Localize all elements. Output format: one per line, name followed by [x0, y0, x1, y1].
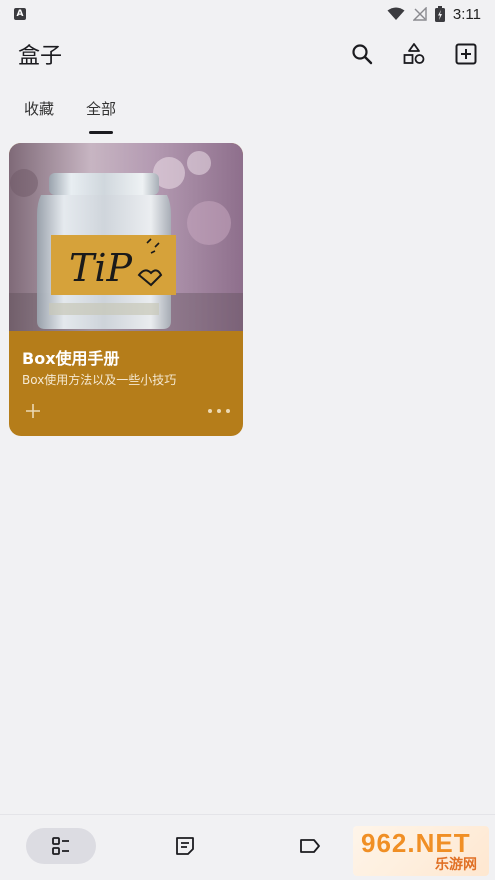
watermark-bottom-text: 乐游网 — [435, 857, 477, 873]
card-add-icon[interactable] — [23, 401, 43, 421]
add-box-icon — [455, 43, 477, 65]
tab-all[interactable]: 全部 — [86, 92, 116, 134]
battery-icon — [434, 6, 445, 22]
wifi-icon — [387, 7, 405, 20]
dashboard-icon — [52, 837, 69, 855]
shapes-button[interactable] — [399, 39, 429, 69]
status-left: A — [14, 8, 26, 20]
card-title: Box使用手册 — [22, 349, 120, 368]
status-time: 3:11 — [452, 5, 481, 23]
status-right: 3:11 — [387, 6, 481, 23]
label-icon — [300, 839, 320, 853]
status-bar: A 3:11 — [0, 0, 495, 28]
note-icon — [176, 837, 194, 855]
search-icon — [352, 44, 373, 65]
nav-item-dashboard[interactable] — [26, 828, 96, 864]
card-more-icon[interactable] — [207, 407, 231, 415]
shapes-icon — [403, 43, 425, 64]
app-bar: 盒子 — [0, 28, 495, 80]
add-box-button[interactable] — [451, 39, 481, 69]
nav-item-labels[interactable] — [290, 828, 330, 864]
tab-favorites[interactable]: 收藏 — [24, 92, 54, 134]
notification-a-icon: A — [14, 8, 26, 20]
nav-item-notes[interactable] — [165, 828, 205, 864]
watermark-logo: 962.NET 乐游网 — [353, 826, 489, 876]
search-button[interactable] — [347, 39, 377, 69]
no-signal-icon — [412, 7, 427, 21]
card-description: Box使用方法以及一些小技巧 — [22, 373, 177, 387]
app-actions — [347, 39, 481, 69]
card-cover-image: TiP — [9, 143, 243, 331]
tab-bar: 收藏 全部 — [0, 92, 495, 134]
card-cover-text: TiP — [69, 246, 133, 290]
box-card[interactable]: TiP Box使用手册 Box使用方法以及一些小技巧 — [9, 143, 243, 436]
app-title: 盒子 — [18, 44, 63, 69]
